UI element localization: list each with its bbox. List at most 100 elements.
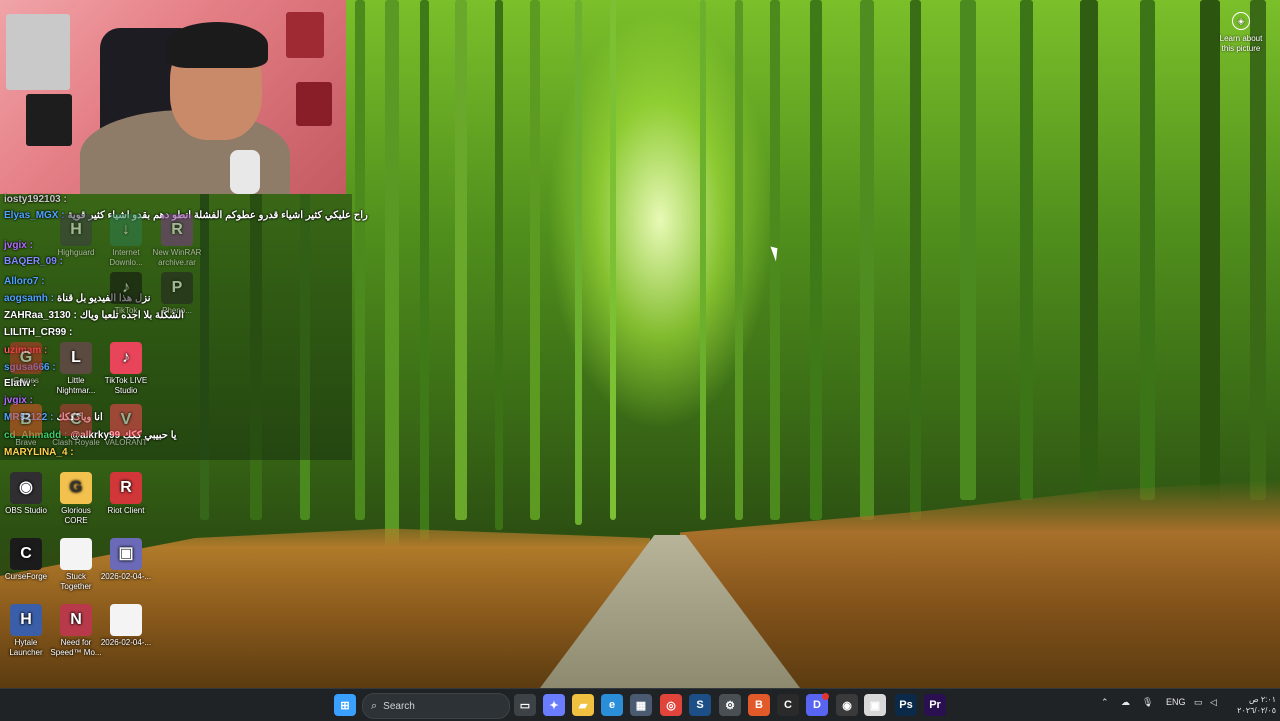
desktop-icon[interactable]: G Games — [0, 342, 52, 386]
chat-username: Alloro7 : — [4, 276, 45, 287]
edge-button[interactable]: e — [601, 694, 623, 716]
desktop-icon[interactable]: ▣ 2026-02-04-... — [100, 538, 152, 582]
desktop-icon[interactable]: ♪ TikTok LIVE Studio — [100, 342, 152, 396]
desktop-icon-label: Glorious CORE — [61, 506, 91, 525]
desktop-icon[interactable]: B Brave — [0, 404, 52, 448]
app-icon: ♪ — [110, 342, 142, 374]
desktop-icon-label: Internet Downlo... — [109, 248, 143, 267]
desktop-icon-label: TikTok LIVE Studio — [104, 376, 148, 395]
chat-username: MARYLINA_4 : — [4, 447, 74, 458]
desktop-icon-label: VALORANT — [104, 438, 148, 447]
desktop-icon-label: 2026-02-04-... — [100, 572, 152, 581]
desktop-icon-label: Games — [13, 376, 39, 385]
steam-button[interactable]: S — [689, 694, 711, 716]
taskbar-search-box[interactable]: ⌕ Search — [362, 693, 510, 719]
desktop-icon-label: New WinRAR archive.rar — [152, 248, 202, 267]
desktop-icon[interactable]: ♪ TikTok — [100, 272, 152, 316]
desktop-icon-label: Riot Client — [107, 506, 145, 515]
desktop-icon[interactable]: V VALORANT — [100, 404, 152, 448]
chevron-up-icon[interactable]: ⌃ — [1101, 697, 1109, 708]
desktop-icon[interactable]: Stuck Together — [50, 538, 102, 592]
app-icon: C — [10, 538, 42, 570]
curseforge-button[interactable]: C — [777, 694, 799, 716]
learn-about-line2: this picture — [1221, 44, 1261, 53]
app-icon: G — [60, 472, 92, 504]
desktop-icon[interactable]: G Glorious CORE — [50, 472, 102, 526]
desktop-icon-label: Stuck Together — [60, 572, 92, 591]
clock-time: ٢:٠١ ص — [1248, 695, 1276, 704]
desktop-icon-label: Need for Speed™ Mo... — [50, 638, 102, 657]
app-icon: C — [60, 404, 92, 436]
desktop-icon-label: 2026-02-04-... — [100, 638, 152, 647]
desktop-icon[interactable]: H Highguard — [50, 214, 102, 258]
learn-about-picture-button[interactable]: ◈ Learn about this picture — [1212, 12, 1270, 54]
clock-date: ٢٠٢٦/٠٢/٠٥ — [1237, 706, 1276, 715]
chat-username: aogsamh : — [4, 293, 55, 304]
brave-button[interactable]: B — [748, 694, 770, 716]
desktop-icon-label: Pheno... — [162, 306, 192, 315]
desktop-icon[interactable]: L Little Nightmar... — [50, 342, 102, 396]
app-icon: G — [10, 342, 42, 374]
app-icon: ◉ — [10, 472, 42, 504]
desktop-icon[interactable]: R Riot Client — [100, 472, 152, 516]
desktop-icon[interactable]: P Pheno... — [151, 272, 203, 316]
premiere-button[interactable]: Pr — [924, 694, 946, 716]
app-icon: L — [60, 342, 92, 374]
desktop-icon[interactable]: ↓ Internet Downlo... — [100, 214, 152, 268]
volume-icon[interactable]: ◁ — [1210, 697, 1217, 708]
chat-message: jvgix : — [4, 240, 33, 251]
desktop-icon-label: Little Nightmar... — [56, 376, 96, 395]
chat-username: LILITH_CR99 : — [4, 327, 73, 338]
app-icon: R — [110, 472, 142, 504]
chat-message: LILITH_CR99 : — [4, 327, 72, 338]
app-icon: H — [10, 604, 42, 636]
app-icon: ↓ — [110, 214, 142, 246]
taskbar: ⊞ ▭ ✦ ▰ e ▦ ◎ S ⚙ B C D ◉ ▣ Ps Pr ⌕ Search ⌃ ☁ 🎙 ENG ▭ … — [0, 688, 1280, 721]
desktop-icon-label: CurseForge — [4, 572, 48, 581]
microphone-icon[interactable]: 🎙 — [1142, 697, 1153, 708]
learn-about-line1: Learn about — [1219, 34, 1263, 43]
app-icon: B — [10, 404, 42, 436]
desktop-icon[interactable]: 2026-02-04-... — [100, 604, 152, 648]
desktop-icon-label: OBS Studio — [5, 506, 47, 515]
display-icon[interactable]: ▭ — [1194, 697, 1203, 708]
desktop-icon[interactable]: C Clash Royale — [50, 404, 102, 448]
obs-button[interactable]: ◉ — [836, 694, 858, 716]
task-view-button[interactable]: ▭ — [514, 694, 536, 716]
notification-badge — [822, 693, 829, 700]
desktop-icon[interactable]: ◉ OBS Studio — [0, 472, 52, 516]
onedrive-icon[interactable]: ☁ — [1121, 697, 1130, 708]
search-placeholder: Search — [383, 700, 415, 712]
desktop-icon[interactable]: N Need for Speed™ Mo... — [50, 604, 102, 658]
language-indicator[interactable]: ENG — [1166, 697, 1186, 707]
chat-username: iosty192103 : — [4, 194, 67, 205]
desktop-icon[interactable]: C CurseForge — [0, 538, 52, 582]
copilot-button[interactable]: ✦ — [543, 694, 565, 716]
chat-username: jvgix : — [4, 240, 33, 251]
chat-message: Alloro7 : — [4, 276, 45, 287]
camera-icon: ◈ — [1232, 12, 1250, 30]
store-button[interactable]: ▦ — [630, 694, 652, 716]
app-icon: ▣ — [110, 538, 142, 570]
chat-username: ZAHRaa_3130 : — [4, 310, 77, 321]
app-icon — [110, 604, 142, 636]
desktop-icon-label: Highguard — [57, 248, 95, 257]
app-icon: P — [161, 272, 193, 304]
app-icon: V — [110, 404, 142, 436]
chat-message: iosty192103 : — [4, 194, 67, 205]
webcam-overlay — [0, 0, 346, 194]
taskbar-clock[interactable]: ٢:٠١ ص ٢٠٢٦/٠٢/٠٥ — [1226, 694, 1276, 716]
desktop-icon[interactable]: H Hytale Launcher — [0, 604, 52, 658]
desktop-icon-label: Clash Royale — [52, 438, 100, 447]
desktop-icon-label: Hytale Launcher — [9, 638, 43, 657]
app-button[interactable]: ▣ — [864, 694, 886, 716]
file-explorer-button[interactable]: ▰ — [572, 694, 594, 716]
app-icon: ♪ — [110, 272, 142, 304]
start-button[interactable]: ⊞ — [334, 694, 356, 716]
desktop-icon[interactable]: R New WinRAR archive.rar — [151, 214, 203, 268]
app-icon: R — [161, 214, 193, 246]
settings-button[interactable]: ⚙ — [719, 694, 741, 716]
photoshop-button[interactable]: Ps — [895, 694, 917, 716]
chrome-button[interactable]: ◎ — [660, 694, 682, 716]
app-icon: N — [60, 604, 92, 636]
